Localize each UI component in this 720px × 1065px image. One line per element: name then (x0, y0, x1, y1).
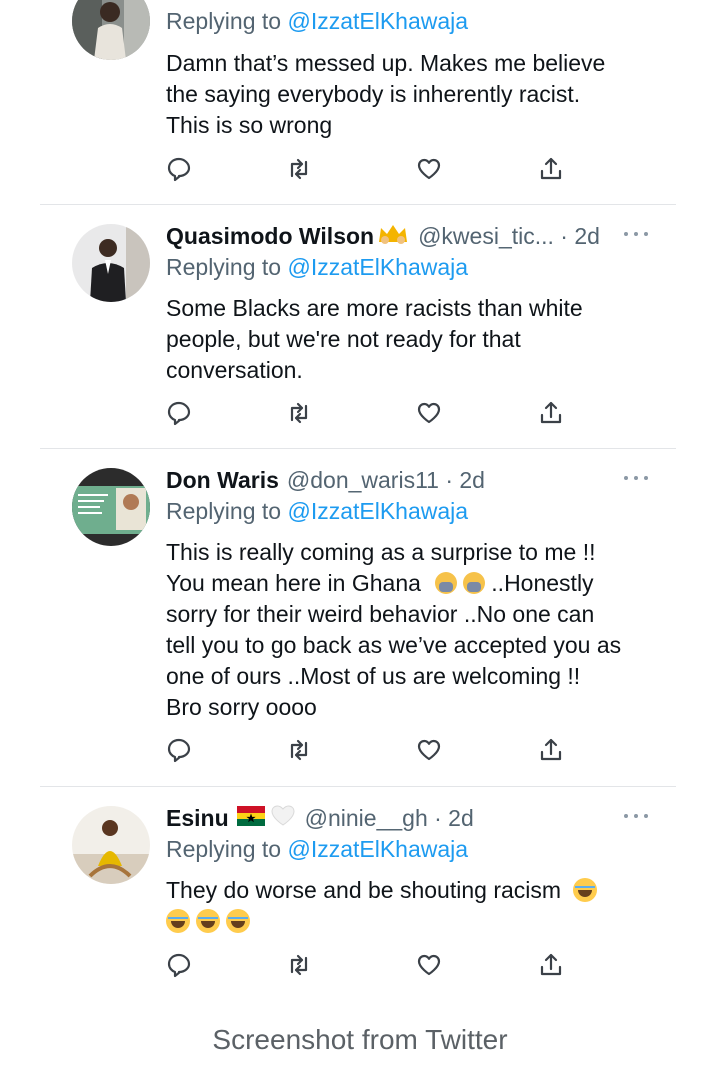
tweet-line: sorry for their weird behavior ..No one … (166, 601, 595, 627)
retweet-icon[interactable] (286, 156, 312, 182)
avatar-image (72, 0, 150, 60)
facepalm-emoji-icon (435, 572, 458, 594)
avatar-image (72, 468, 150, 546)
tweet-actions (166, 156, 566, 182)
tweet-line: Some Blacks are more racists than white (166, 295, 583, 321)
tweet-actions (166, 737, 566, 763)
more-icon[interactable] (624, 232, 648, 238)
tweet-line (166, 906, 666, 937)
laughing-cat-emoji-icon (166, 909, 190, 933)
tweet-line-text: They do worse and be shouting racism (166, 877, 562, 903)
tweet-line: They do worse and be shouting racism (166, 875, 666, 906)
more-icon[interactable] (624, 476, 648, 482)
mention-link[interactable]: @IzzatElKhawaja (287, 254, 468, 280)
tweet-1[interactable]: Replying to @IzzatElKhawaja Damn that’s … (0, 0, 720, 204)
tweet-line: You mean here in Ghana ..Honestly (166, 568, 666, 599)
divider (40, 448, 676, 449)
tweet-line: Damn that’s messed up. Makes me believe (166, 50, 606, 76)
reply-icon[interactable] (166, 156, 192, 182)
tweet-line: people, but we're not ready for that (166, 326, 521, 352)
white-heart-icon (269, 803, 297, 833)
tweet-text: This is really coming as a surprise to m… (166, 537, 666, 723)
display-name[interactable]: Don Waris (166, 467, 279, 494)
replying-to: Replying to @IzzatElKhawaja (166, 254, 468, 281)
like-icon[interactable] (416, 156, 442, 182)
handle-and-time[interactable]: @don_waris11 · 2d (287, 467, 485, 494)
like-icon[interactable] (416, 952, 442, 978)
replying-to-label: Replying to (166, 8, 282, 34)
divider (40, 204, 676, 205)
tweet-line: This is so wrong (166, 112, 333, 138)
laughing-cat-emoji-icon (226, 909, 250, 933)
image-caption: Screenshot from Twitter (212, 1024, 508, 1055)
retweet-icon[interactable] (286, 737, 312, 763)
tweet-4[interactable]: Esinu @ninie__gh · 2d Replying to @Izzat… (0, 802, 720, 992)
avatar[interactable] (72, 224, 150, 302)
tweet-line: the saying everybody is inherently racis… (166, 81, 581, 107)
tweet-2[interactable]: Quasimodo Wilson @kwesi_tic... · 2d Repl… (0, 220, 720, 448)
like-icon[interactable] (416, 737, 442, 763)
laughing-cat-emoji-icon (573, 878, 598, 902)
tweet-header: Quasimodo Wilson @kwesi_tic... · 2d (166, 220, 600, 252)
tweet-actions (166, 400, 566, 426)
mention-link[interactable]: @IzzatElKhawaja (287, 836, 468, 862)
divider (40, 786, 676, 787)
like-icon[interactable] (416, 400, 442, 426)
reply-icon[interactable] (166, 400, 192, 426)
share-icon[interactable] (538, 952, 564, 978)
replying-to: Replying to @IzzatElKhawaja (166, 8, 468, 35)
retweet-icon[interactable] (286, 400, 312, 426)
tweet-text: They do worse and be shouting racism (166, 875, 666, 937)
tweet-line-text: You mean here in Ghana (166, 570, 421, 596)
ghana-flag-icon (236, 805, 265, 832)
laughing-cat-emoji-icon (196, 909, 220, 933)
tweet-actions (166, 952, 566, 978)
tweet-text: Damn that’s messed up. Makes me believe … (166, 48, 666, 141)
mention-link[interactable]: @IzzatElKhawaja (287, 8, 468, 34)
tweet-line-text: ..Honestly (491, 570, 594, 596)
share-icon[interactable] (538, 400, 564, 426)
tweet-line: This is really coming as a surprise to m… (166, 539, 596, 565)
replying-to-label: Replying to (166, 254, 282, 280)
handle-and-time[interactable]: @kwesi_tic... · 2d (418, 223, 600, 250)
crown-emoji-icon (376, 222, 410, 250)
facepalm-emoji-icon (463, 572, 486, 594)
retweet-icon[interactable] (286, 952, 312, 978)
avatar[interactable] (72, 468, 150, 546)
mention-link[interactable]: @IzzatElKhawaja (287, 498, 468, 524)
more-icon[interactable] (624, 814, 648, 820)
handle-and-time[interactable]: @ninie__gh · 2d (305, 805, 474, 832)
tweet-line: Bro sorry oooo (166, 694, 317, 720)
reply-icon[interactable] (166, 737, 192, 763)
tweet-3[interactable]: Don Waris @don_waris11 · 2d Replying to … (0, 464, 720, 786)
tweet-header: Esinu @ninie__gh · 2d (166, 802, 474, 834)
tweet-text: Some Blacks are more racists than white … (166, 293, 666, 386)
avatar[interactable] (72, 806, 150, 884)
replying-to: Replying to @IzzatElKhawaja (166, 498, 468, 525)
share-icon[interactable] (538, 156, 564, 182)
display-name[interactable]: Esinu (166, 805, 229, 832)
replying-to-label: Replying to (166, 836, 282, 862)
avatar-image (72, 224, 150, 302)
avatar-image (72, 806, 150, 884)
tweet-line: conversation. (166, 357, 303, 383)
tweet-header: Don Waris @don_waris11 · 2d (166, 464, 485, 496)
avatar[interactable] (72, 0, 150, 60)
display-name[interactable]: Quasimodo Wilson (166, 223, 374, 250)
tweet-line: tell you to go back as we’ve accepted yo… (166, 632, 622, 658)
replying-to: Replying to @IzzatElKhawaja (166, 836, 468, 863)
share-icon[interactable] (538, 737, 564, 763)
reply-icon[interactable] (166, 952, 192, 978)
replying-to-label: Replying to (166, 498, 282, 524)
tweet-line: one of ours ..Most of us are welcoming !… (166, 663, 581, 689)
